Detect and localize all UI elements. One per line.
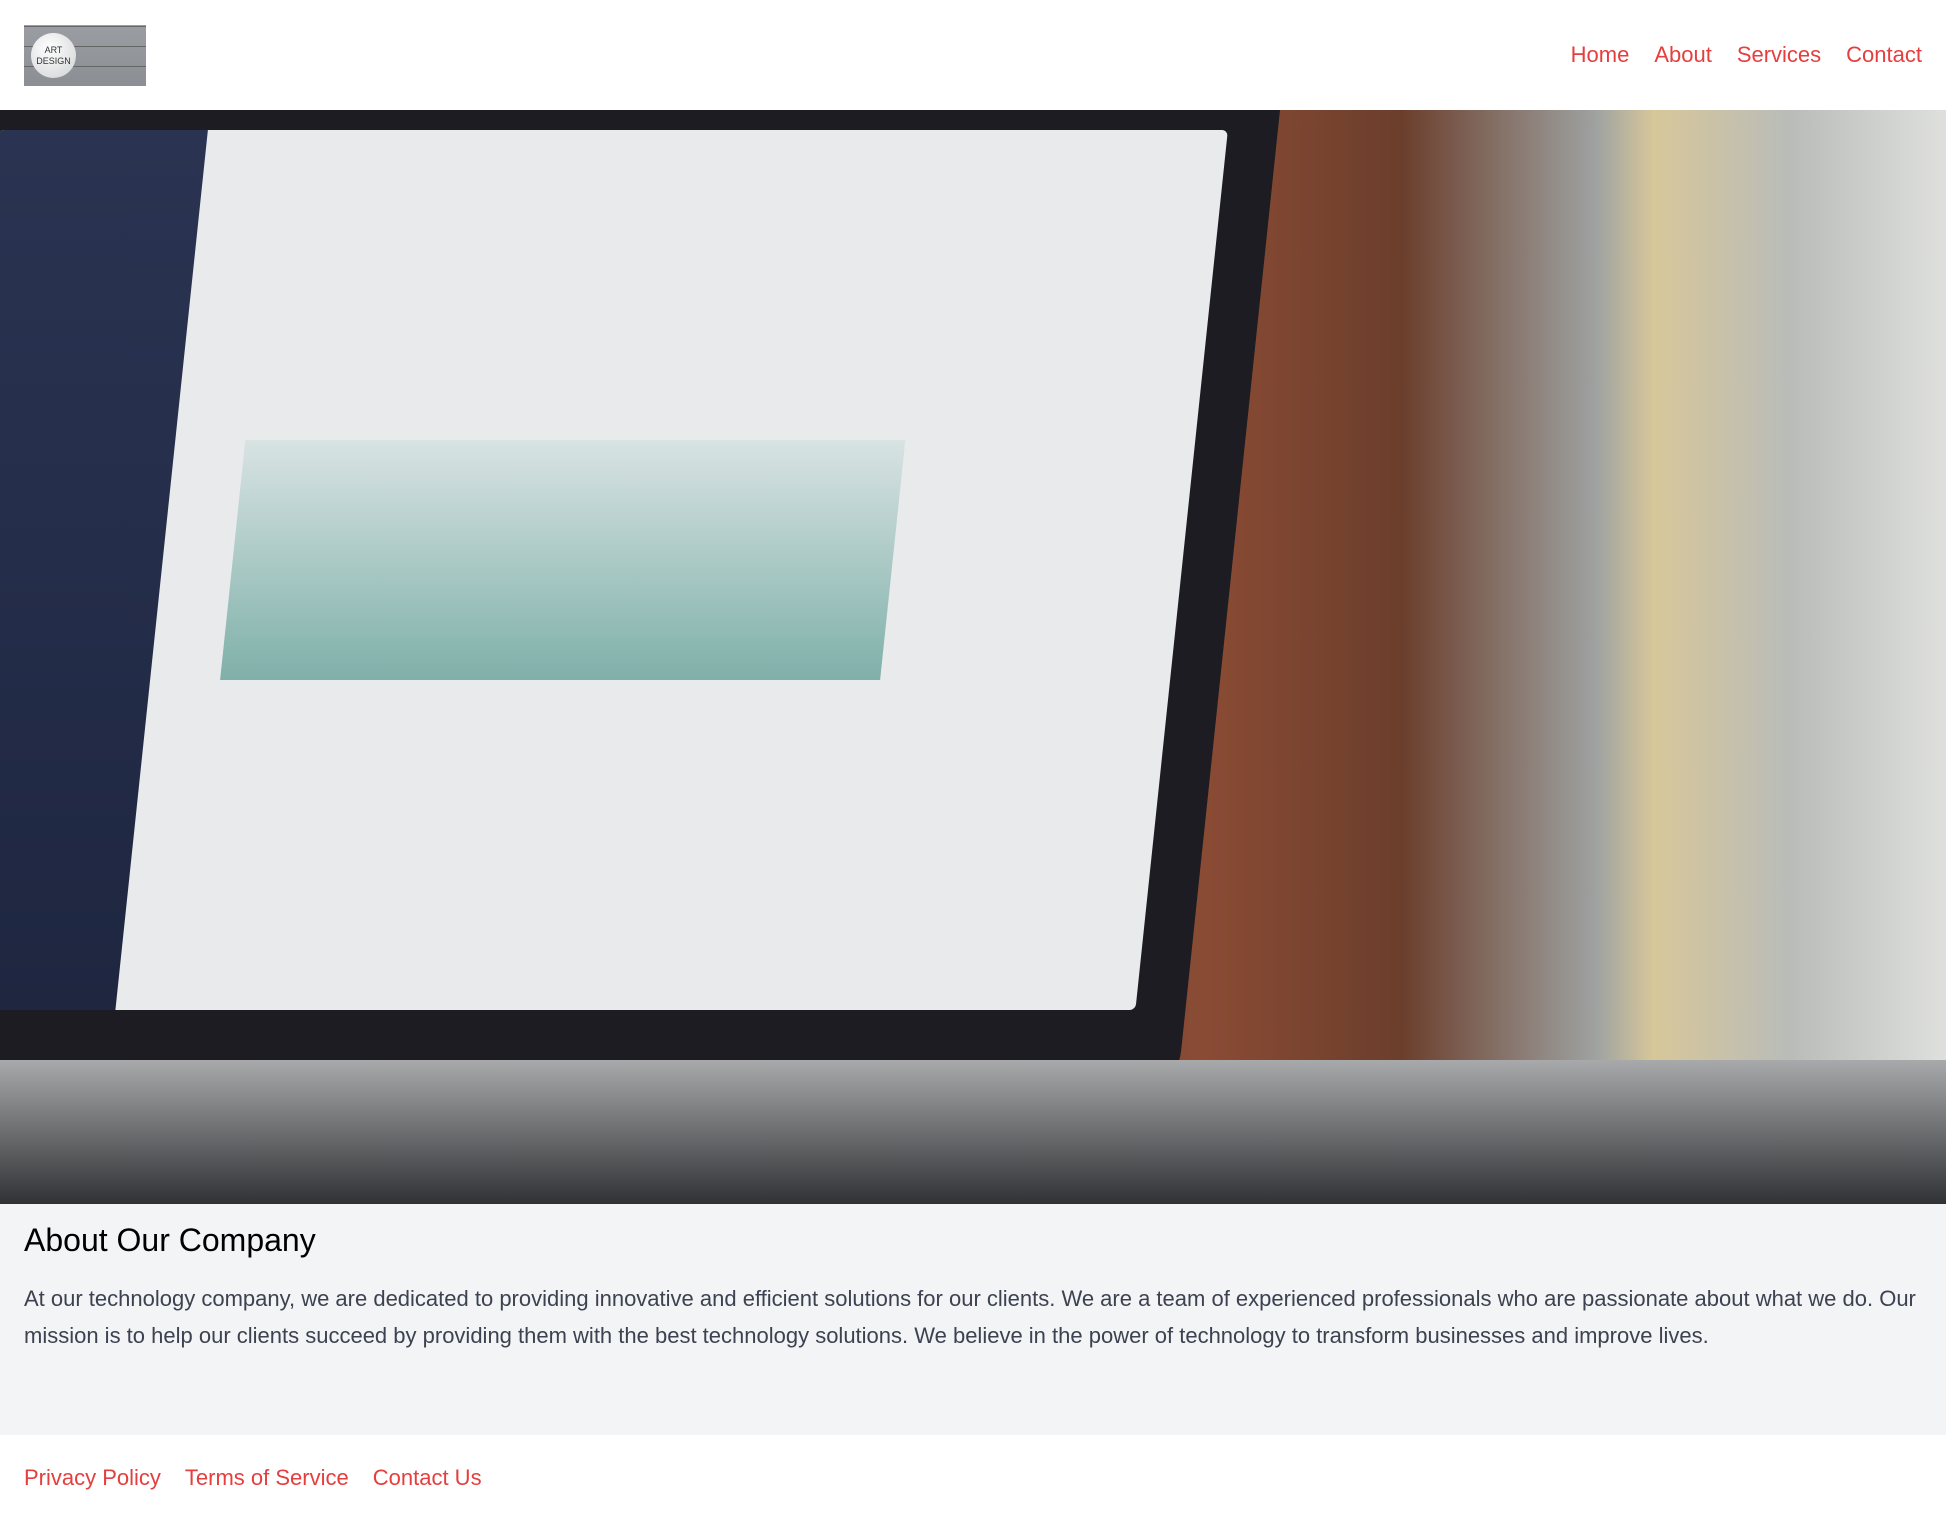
site-header: ART DESIGN Home About Services Contact bbox=[0, 0, 1946, 110]
about-body: At our technology company, we are dedica… bbox=[24, 1286, 1916, 1348]
logo-badge: ART DESIGN bbox=[31, 32, 76, 78]
about-section: About Our Company At our technology comp… bbox=[0, 1204, 1946, 1435]
hero-image bbox=[0, 110, 1946, 1204]
main-nav: Home About Services Contact bbox=[1571, 42, 1922, 68]
footer-terms-link[interactable]: Terms of Service bbox=[185, 1465, 349, 1491]
logo[interactable]: ART DESIGN bbox=[24, 24, 146, 86]
nav-services[interactable]: Services bbox=[1737, 42, 1821, 68]
nav-contact[interactable]: Contact bbox=[1846, 42, 1922, 68]
dashboard-chart bbox=[220, 440, 906, 680]
footer-privacy-link[interactable]: Privacy Policy bbox=[24, 1465, 161, 1491]
laptop-reflection bbox=[0, 1060, 1946, 1204]
site-footer: Privacy Policy Terms of Service Contact … bbox=[0, 1435, 1946, 1520]
laptop-screen bbox=[0, 130, 1228, 1010]
about-title: About Our Company bbox=[24, 1222, 316, 1258]
footer-contact-link[interactable]: Contact Us bbox=[373, 1465, 482, 1491]
nav-about[interactable]: About bbox=[1654, 42, 1712, 68]
nav-home[interactable]: Home bbox=[1571, 42, 1630, 68]
laptop-illustration bbox=[0, 110, 1281, 1110]
dashboard-sidebar bbox=[0, 130, 208, 1010]
